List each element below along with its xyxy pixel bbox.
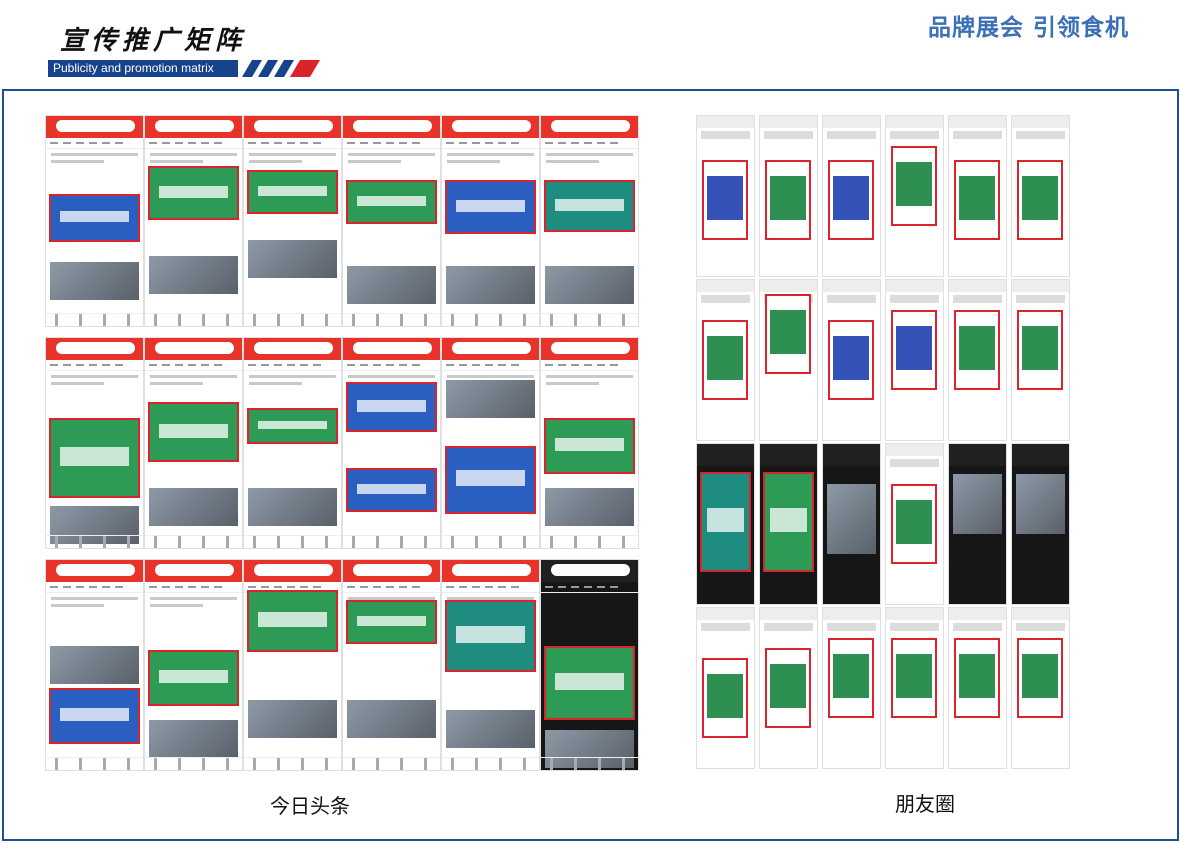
- wechat-moments-screenshot: [1012, 116, 1069, 276]
- wechat-video-screenshot: [760, 444, 817, 604]
- wechat-moments-screenshot: [1012, 608, 1069, 768]
- toutiao-screenshot: [541, 338, 638, 548]
- toutiao-screenshot: [442, 560, 539, 770]
- caption-toutiao: 今日头条: [270, 794, 350, 818]
- wechat-moments-screenshot: [886, 280, 943, 440]
- toutiao-screenshot: [46, 116, 143, 326]
- wechat-moments-screenshot: [697, 116, 754, 276]
- wechat-moments-screenshot: [886, 608, 943, 768]
- toutiao-screenshot: [343, 560, 440, 770]
- wechat-video-screenshot: [697, 444, 754, 604]
- section-title-cn: 宣传推广矩阵: [60, 26, 247, 56]
- wechat-moments-screenshot: [697, 280, 754, 440]
- wechat-moments-screenshot: [823, 608, 880, 768]
- wechat-moments-screenshot: [697, 608, 754, 768]
- toutiao-screenshot: [145, 338, 242, 548]
- decorative-stripes: [238, 60, 320, 77]
- moments-collage: [697, 116, 1069, 768]
- toutiao-screenshot: [343, 338, 440, 548]
- wechat-moments-screenshot: [760, 608, 817, 768]
- toutiao-screenshot: [244, 116, 341, 326]
- toutiao-screenshot: [442, 338, 539, 548]
- wechat-moments-screenshot: [949, 280, 1006, 440]
- wechat-moments-screenshot: [760, 280, 817, 440]
- wechat-moments-screenshot: [1012, 280, 1069, 440]
- toutiao-screenshot: [145, 560, 242, 770]
- wechat-moments-screenshot: [823, 116, 880, 276]
- toutiao-screenshot: [541, 116, 638, 326]
- toutiao-screenshot: [442, 116, 539, 326]
- toutiao-screenshot: [46, 338, 143, 548]
- slogan: 品牌展会 引领食机: [927, 15, 1129, 41]
- wechat-moments-screenshot: [823, 280, 880, 440]
- wechat-moments-screenshot: [949, 608, 1006, 768]
- section-title-en: Publicity and promotion matrix: [48, 60, 238, 77]
- wechat-moments-screenshot: [886, 116, 943, 276]
- caption-moments: 朋友圈: [895, 792, 955, 816]
- toutiao-screenshot: [244, 338, 341, 548]
- toutiao-screenshot: [145, 116, 242, 326]
- wechat-video-screenshot: [1012, 444, 1069, 604]
- toutiao-screenshot-dark: [541, 560, 638, 770]
- wechat-moments-screenshot: [949, 116, 1006, 276]
- toutiao-collage: [46, 116, 638, 770]
- wechat-video-screenshot: [823, 444, 880, 604]
- toutiao-screenshot: [46, 560, 143, 770]
- wechat-video-screenshot: [949, 444, 1006, 604]
- toutiao-screenshot: [244, 560, 341, 770]
- wechat-moments-screenshot: [760, 116, 817, 276]
- toutiao-screenshot: [343, 116, 440, 326]
- wechat-moments-screenshot: [886, 444, 943, 604]
